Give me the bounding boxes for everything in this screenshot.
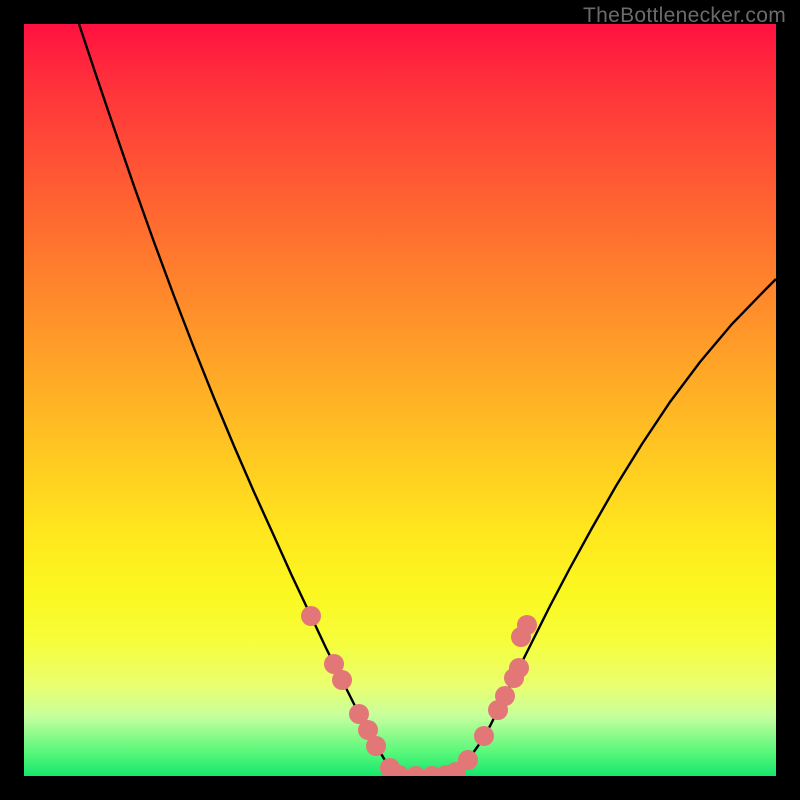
- data-dot: [301, 606, 321, 626]
- data-dot: [332, 670, 352, 690]
- chart-stage: TheBottlenecker.com: [0, 0, 800, 800]
- data-dot: [495, 686, 515, 706]
- data-dot: [509, 658, 529, 678]
- data-dots: [301, 606, 537, 776]
- bottleneck-curve: [79, 24, 776, 776]
- data-dot: [474, 726, 494, 746]
- data-dot: [458, 750, 478, 770]
- chart-plot-area: [24, 24, 776, 776]
- data-dot: [517, 615, 537, 635]
- watermark-text: TheBottlenecker.com: [583, 4, 786, 28]
- bottleneck-curve-svg: [24, 24, 776, 776]
- data-dot: [366, 736, 386, 756]
